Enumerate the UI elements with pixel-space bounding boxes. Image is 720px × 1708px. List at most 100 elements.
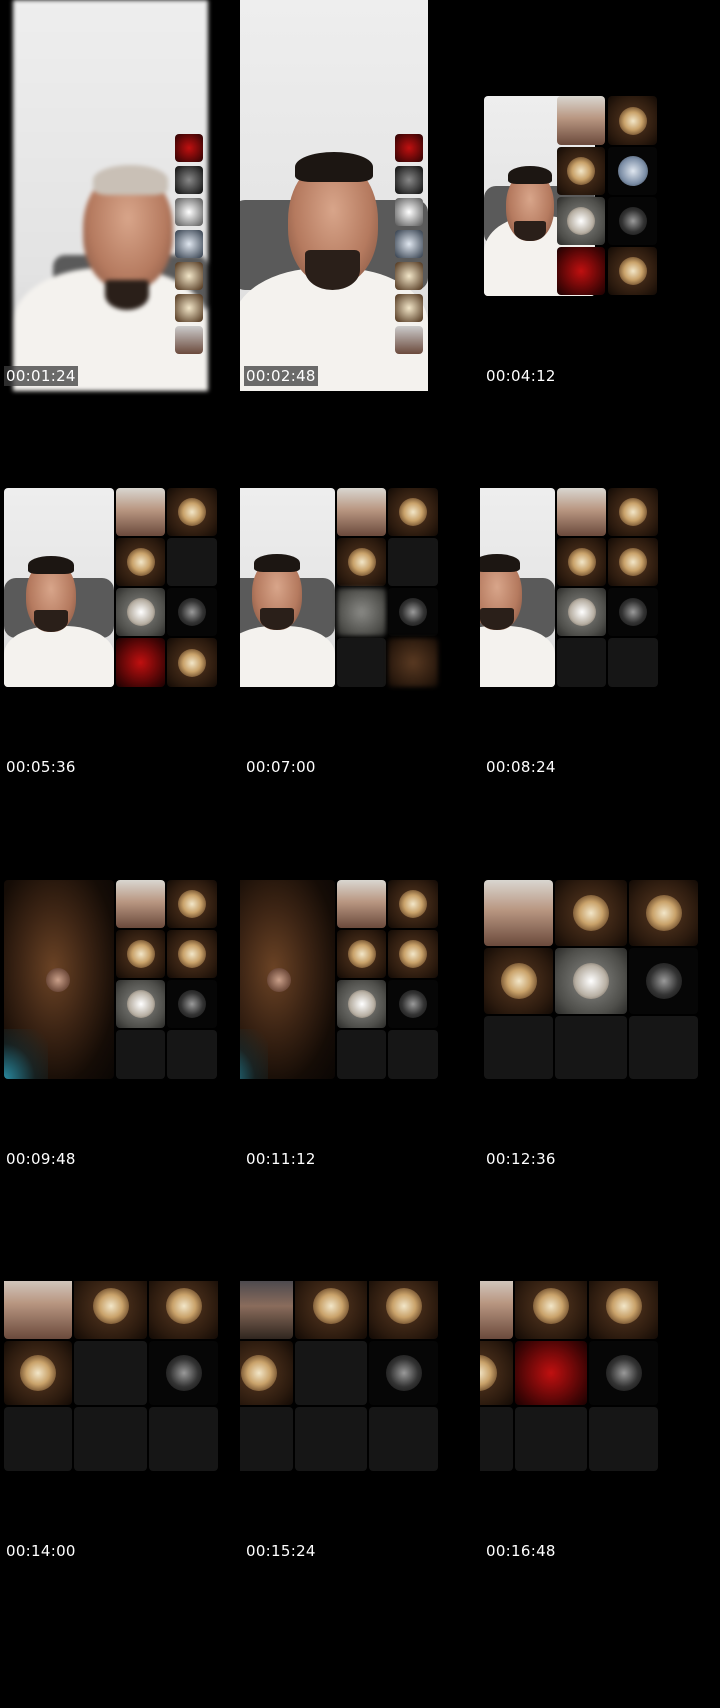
participant-tile[interactable]: [116, 638, 165, 687]
participant-tile[interactable]: [388, 588, 438, 636]
participant-tile[interactable]: [484, 880, 553, 946]
participant-tile[interactable]: [116, 538, 165, 586]
participant-tile[interactable]: [515, 1341, 587, 1405]
participant-tile[interactable]: [629, 948, 698, 1014]
timestamp: 00:12:36: [486, 1150, 556, 1168]
participant-tile[interactable]: [484, 948, 553, 1014]
participant-tile[interactable]: [629, 880, 698, 946]
participant-thumb[interactable]: [175, 166, 203, 194]
participant-thumb[interactable]: [175, 294, 203, 322]
participant-tile[interactable]: [557, 638, 606, 687]
participant-tile[interactable]: [589, 1281, 658, 1339]
participant-tile[interactable]: [589, 1341, 658, 1405]
participant-tile[interactable]: [4, 1341, 72, 1405]
participant-tile[interactable]: [557, 247, 605, 295]
participant-tile[interactable]: [608, 538, 658, 586]
participant-tile[interactable]: [240, 1341, 293, 1405]
timestamp: 00:16:48: [486, 1542, 556, 1560]
participant-tile[interactable]: [240, 1407, 293, 1471]
participant-tile[interactable]: [515, 1407, 587, 1471]
participant-tile[interactable]: [337, 538, 386, 586]
participant-tile[interactable]: [388, 538, 438, 586]
participant-thumb[interactable]: [395, 294, 423, 322]
participant-thumb[interactable]: [395, 326, 423, 354]
participant-thumb[interactable]: [395, 166, 423, 194]
participant-thumb[interactable]: [175, 198, 203, 226]
participant-tile[interactable]: [337, 880, 386, 928]
participant-tile[interactable]: [608, 638, 658, 687]
participant-tile[interactable]: [557, 538, 606, 586]
participant-thumb[interactable]: [395, 262, 423, 290]
participant-thumb[interactable]: [175, 262, 203, 290]
participant-tile[interactable]: [388, 488, 438, 536]
participant-tile[interactable]: [337, 588, 386, 636]
participant-tile[interactable]: [557, 197, 605, 245]
participant-tile[interactable]: [557, 96, 605, 145]
participant-tile[interactable]: [608, 96, 657, 145]
participant-tile[interactable]: [608, 197, 657, 245]
participant-tile[interactable]: [388, 1030, 438, 1079]
participant-tile[interactable]: [240, 1281, 293, 1339]
participant-thumb[interactable]: [395, 198, 423, 226]
participant-tile[interactable]: [629, 1016, 698, 1079]
participant-tile[interactable]: [74, 1407, 147, 1471]
participant-tile[interactable]: [480, 1407, 513, 1471]
participant-tile[interactable]: [167, 980, 217, 1028]
participant-tile[interactable]: [74, 1281, 147, 1339]
participant-tile[interactable]: [608, 488, 658, 536]
participant-tile[interactable]: [557, 488, 606, 536]
participant-tile[interactable]: [295, 1341, 367, 1405]
participant-thumb[interactable]: [175, 230, 203, 258]
participant-tile[interactable]: [149, 1281, 218, 1339]
participant-tile[interactable]: [4, 1407, 72, 1471]
participant-tile[interactable]: [116, 980, 165, 1028]
participant-tile[interactable]: [388, 638, 438, 687]
participant-tile[interactable]: [337, 638, 386, 687]
participant-thumb[interactable]: [395, 134, 423, 162]
participant-thumb[interactable]: [175, 134, 203, 162]
participant-tile[interactable]: [295, 1407, 367, 1471]
participant-tile[interactable]: [116, 880, 165, 928]
participant-tile[interactable]: [515, 1281, 587, 1339]
participant-tile[interactable]: [337, 930, 386, 978]
participant-tile[interactable]: [557, 588, 606, 636]
participant-tile[interactable]: [116, 930, 165, 978]
participant-tile[interactable]: [589, 1407, 658, 1471]
participant-tile[interactable]: [369, 1341, 438, 1405]
participant-tile[interactable]: [557, 147, 605, 195]
participant-tile[interactable]: [480, 1341, 513, 1405]
participant-tile[interactable]: [149, 1407, 218, 1471]
participant-tile[interactable]: [369, 1281, 438, 1339]
participant-tile[interactable]: [295, 1281, 367, 1339]
participant-tile[interactable]: [167, 1030, 217, 1079]
participant-tile[interactable]: [116, 488, 165, 536]
participant-tile[interactable]: [337, 980, 386, 1028]
participant-tile[interactable]: [116, 1030, 165, 1079]
participant-tile[interactable]: [4, 1281, 72, 1339]
participant-tile[interactable]: [167, 880, 217, 928]
participant-tile[interactable]: [484, 1016, 553, 1079]
participant-tile[interactable]: [337, 488, 386, 536]
participant-tile[interactable]: [167, 588, 217, 636]
participant-thumb[interactable]: [175, 326, 203, 354]
participant-tile[interactable]: [149, 1341, 218, 1405]
participant-tile[interactable]: [167, 538, 217, 586]
participant-tile[interactable]: [608, 147, 657, 195]
participant-tile[interactable]: [555, 948, 627, 1014]
participant-tile[interactable]: [388, 880, 438, 928]
participant-tile[interactable]: [555, 1016, 627, 1079]
participant-tile[interactable]: [388, 980, 438, 1028]
participant-tile[interactable]: [608, 588, 658, 636]
participant-tile[interactable]: [608, 247, 657, 295]
participant-tile[interactable]: [167, 488, 217, 536]
participant-tile[interactable]: [167, 638, 217, 687]
participant-tile[interactable]: [388, 930, 438, 978]
participant-tile[interactable]: [167, 930, 217, 978]
participant-tile[interactable]: [369, 1407, 438, 1471]
participant-thumb[interactable]: [395, 230, 423, 258]
participant-tile[interactable]: [337, 1030, 386, 1079]
participant-tile[interactable]: [116, 588, 165, 636]
participant-tile[interactable]: [555, 880, 627, 946]
participant-tile[interactable]: [74, 1341, 147, 1405]
participant-tile[interactable]: [480, 1281, 513, 1339]
